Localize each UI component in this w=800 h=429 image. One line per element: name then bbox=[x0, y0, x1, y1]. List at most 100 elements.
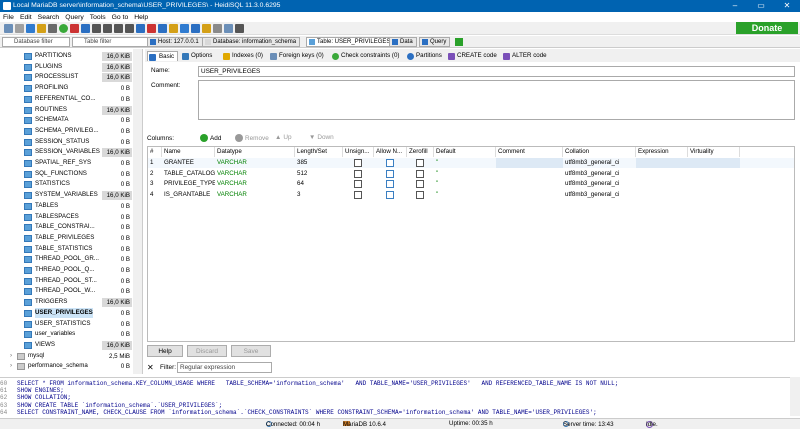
col-header-unsigned[interactable]: Unsign... bbox=[343, 147, 374, 157]
cell-virtuality[interactable] bbox=[688, 190, 740, 200]
tree-item[interactable]: ROUTINES 16,0 KiB bbox=[0, 105, 132, 116]
database-filter-input[interactable]: Database filter bbox=[2, 37, 70, 47]
cell-virtuality[interactable] bbox=[688, 169, 740, 179]
col-header-collation[interactable]: Collation bbox=[563, 147, 636, 157]
tab-query[interactable]: Query bbox=[419, 37, 451, 47]
tree-item[interactable]: SCHEMATA 0 B bbox=[0, 115, 132, 126]
tree-item[interactable]: THREAD_POOL_GR... 0 B bbox=[0, 254, 132, 265]
col-header-zerofill[interactable]: Zerofill bbox=[407, 147, 434, 157]
allow-null-checkbox[interactable] bbox=[386, 159, 394, 167]
session-manager-icon[interactable] bbox=[4, 23, 13, 33]
cell-datatype[interactable]: VARCHAR bbox=[215, 169, 295, 179]
execute-query-icon[interactable] bbox=[158, 23, 167, 33]
tree-item[interactable]: THREAD_POOL_ST... 0 B bbox=[0, 276, 132, 287]
tree-item[interactable]: TABLESPACES 0 B bbox=[0, 212, 132, 223]
close-filter-icon[interactable]: ✕ bbox=[147, 363, 154, 372]
unsigned-checkbox[interactable] bbox=[354, 190, 362, 199]
search-icon[interactable] bbox=[191, 23, 200, 33]
tree-item[interactable]: THREAD_POOL_Q... 0 B bbox=[0, 265, 132, 276]
open-sql-icon[interactable] bbox=[169, 23, 178, 33]
tree-item[interactable]: user_variables 0 B bbox=[0, 329, 132, 340]
cell-collation[interactable]: utf8mb3_general_ci bbox=[563, 158, 636, 168]
col-header-expression[interactable]: Expression bbox=[636, 147, 688, 157]
tab-options[interactable]: Options bbox=[181, 51, 212, 61]
next-record-icon[interactable] bbox=[114, 23, 123, 33]
tree-item[interactable]: USER_STATISTICS 0 B bbox=[0, 319, 132, 330]
tab-database[interactable]: Database: information_schema bbox=[202, 37, 301, 47]
tab-alter-code[interactable]: ALTER code bbox=[502, 51, 547, 61]
cell-datatype[interactable]: VARCHAR bbox=[215, 190, 295, 200]
tree-item[interactable]: PROFILING 0 B bbox=[0, 83, 132, 94]
tree-item[interactable]: TABLE_STATISTICS 0 B bbox=[0, 244, 132, 255]
unsigned-checkbox[interactable] bbox=[354, 180, 362, 188]
sql-log-scrollbar[interactable] bbox=[790, 377, 800, 416]
tree-item[interactable]: PROCESSLIST 16,0 KiB bbox=[0, 72, 132, 83]
discard-button[interactable]: Discard bbox=[187, 345, 227, 357]
tab-basic[interactable]: Basic bbox=[147, 51, 179, 61]
zerofill-checkbox[interactable] bbox=[416, 190, 424, 199]
cell-name[interactable]: PRIVILEGE_TYPE bbox=[162, 179, 215, 189]
tab-data[interactable]: Data bbox=[389, 37, 417, 47]
menu-file[interactable]: File bbox=[3, 14, 14, 21]
tree-item[interactable]: TABLES 0 B bbox=[0, 201, 132, 212]
cell-length[interactable]: 385 bbox=[295, 158, 343, 168]
donate-button[interactable]: Donate bbox=[736, 22, 798, 34]
col-header-name[interactable]: Name bbox=[162, 147, 215, 157]
expand-icon[interactable]: › bbox=[10, 361, 12, 372]
move-up-button[interactable]: ▲ Up bbox=[275, 134, 292, 141]
unsigned-checkbox[interactable] bbox=[354, 169, 362, 178]
close-button[interactable]: ✕ bbox=[774, 0, 800, 12]
minimize-button[interactable]: – bbox=[722, 0, 748, 12]
tree-item[interactable]: STATISTICS 0 B bbox=[0, 179, 132, 190]
menu-edit[interactable]: Edit bbox=[20, 14, 32, 21]
tree-item[interactable]: PARTITIONS 16,0 KiB bbox=[0, 51, 132, 62]
help-button[interactable]: Help bbox=[147, 345, 183, 357]
cell-expression[interactable] bbox=[636, 158, 688, 168]
tree-item[interactable]: SYSTEM_VARIABLES 16,0 KiB bbox=[0, 190, 132, 201]
col-header-length[interactable]: Length/Set bbox=[295, 147, 343, 157]
tree-item[interactable]: REFERENTIAL_CO... 0 B bbox=[0, 94, 132, 105]
help-icon[interactable] bbox=[81, 23, 90, 33]
cell-name[interactable]: TABLE_CATALOG bbox=[162, 169, 215, 179]
cell-default[interactable]: '' bbox=[434, 179, 496, 189]
tree-item[interactable]: VIEWS 16,0 KiB bbox=[0, 340, 132, 351]
cell-virtuality[interactable] bbox=[688, 179, 740, 189]
cell-comment[interactable] bbox=[496, 190, 563, 200]
tab-check-constraints[interactable]: Check constraints (0) bbox=[331, 51, 399, 61]
tree-database[interactable]: › mysql 2,5 MiB bbox=[0, 351, 132, 362]
comment-textarea[interactable] bbox=[198, 80, 795, 120]
tree-item[interactable]: SESSION_STATUS 0 B bbox=[0, 137, 132, 148]
cell-name[interactable]: IS_GRANTABLE bbox=[162, 190, 215, 200]
cell-default[interactable]: '' bbox=[434, 169, 496, 179]
tab-host[interactable]: Host: 127.0.0.1 bbox=[147, 37, 203, 47]
tree-item[interactable]: TABLE_PRIVILEGES 0 B bbox=[0, 233, 132, 244]
cell-length[interactable]: 512 bbox=[295, 169, 343, 179]
col-header-comment[interactable]: Comment bbox=[496, 147, 563, 157]
tree-item[interactable]: USER_PRIVILEGES 0 B bbox=[0, 307, 132, 319]
cell-comment[interactable] bbox=[496, 158, 563, 168]
expand-icon[interactable]: › bbox=[10, 372, 12, 374]
cell-name[interactable]: GRANTEE bbox=[162, 158, 215, 168]
cell-default[interactable]: '' bbox=[434, 158, 496, 168]
copy-icon[interactable] bbox=[26, 23, 35, 33]
table-row[interactable]: 2 TABLE_CATALOG VARCHAR 512 '' utf8mb3_genera… bbox=[148, 169, 794, 179]
save-sql-icon[interactable] bbox=[180, 23, 189, 33]
cell-comment[interactable] bbox=[496, 169, 563, 179]
menu-goto[interactable]: Go to bbox=[112, 14, 129, 21]
cell-length[interactable]: 64 bbox=[295, 179, 343, 189]
tree-item[interactable]: PLUGINS 16,0 KiB bbox=[0, 62, 132, 73]
move-down-button[interactable]: ▼ Down bbox=[309, 134, 334, 141]
cell-collation[interactable]: utf8mb3_general_ci bbox=[563, 190, 636, 200]
table-row[interactable]: 1 GRANTEE VARCHAR 385 '' utf8mb3_general_ci bbox=[148, 158, 794, 168]
allow-null-checkbox[interactable] bbox=[386, 190, 394, 199]
tree-item[interactable]: SQL_FUNCTIONS 0 B bbox=[0, 169, 132, 180]
tab-table[interactable]: Table: USER_PRIVILEGES bbox=[306, 37, 395, 47]
col-header-num[interactable]: # bbox=[148, 147, 162, 157]
user-manager-icon[interactable] bbox=[70, 23, 79, 33]
table-name-input[interactable]: USER_PRIVILEGES bbox=[198, 66, 795, 77]
new-query-tab-icon[interactable] bbox=[455, 38, 463, 46]
tree-item[interactable]: SESSION_VARIABLES 16,0 KiB bbox=[0, 147, 132, 158]
exit-icon[interactable] bbox=[235, 23, 244, 33]
tree-item[interactable]: THREAD_POOL_W... 0 B bbox=[0, 286, 132, 297]
tree-item[interactable]: TABLE_CONSTRAI... 0 B bbox=[0, 222, 132, 233]
